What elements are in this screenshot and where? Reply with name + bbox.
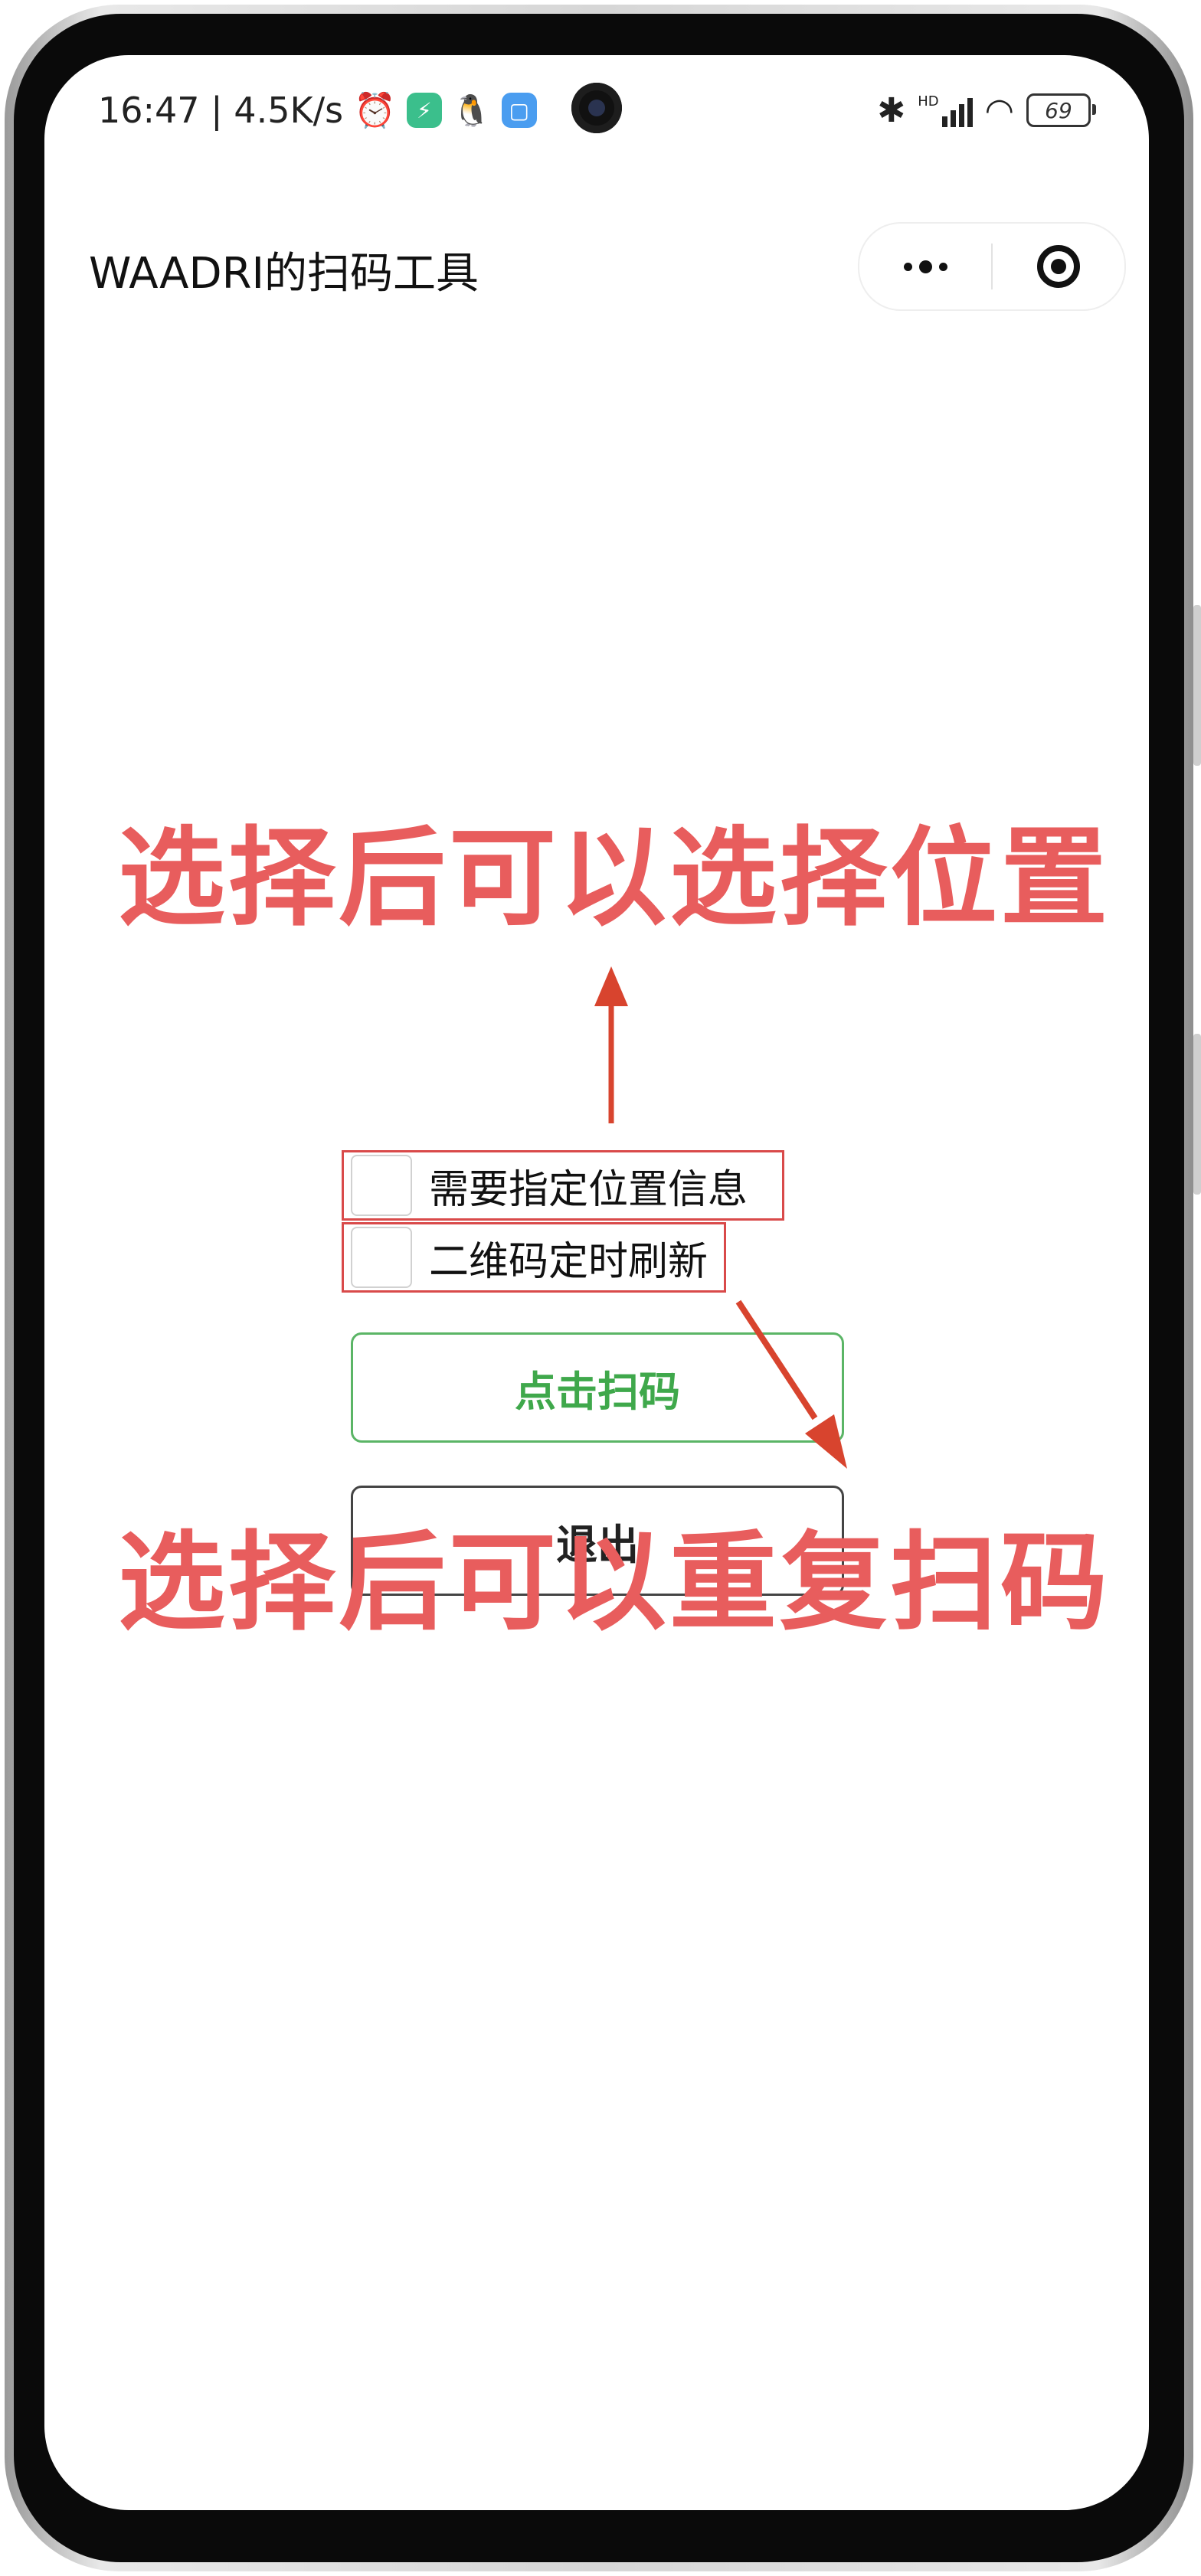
screen: 16:47 | 4.5K/s ⏰ ⚡ 🐧 ▢ ✱ HD ◠ 69 WAADRI的… [44, 55, 1149, 2510]
notes-app-icon: ▢ [501, 93, 537, 128]
phone-frame: 16:47 | 4.5K/s ⏰ ⚡ 🐧 ▢ ✱ HD ◠ 69 WAADRI的… [0, 0, 1201, 2576]
close-button[interactable] [993, 224, 1124, 309]
option-location[interactable]: 需要指定位置信息 [351, 1155, 748, 1216]
status-left: 16:47 | 4.5K/s ⏰ ⚡ 🐧 ▢ [98, 87, 537, 133]
option-refresh[interactable]: 二维码定时刷新 [351, 1227, 708, 1288]
location-label: 需要指定位置信息 [429, 1166, 748, 1213]
annotation-top: 选择后可以选择位置 [118, 816, 1111, 941]
refresh-label: 二维码定时刷新 [429, 1238, 708, 1285]
bluetooth-icon: ✱ [877, 90, 906, 130]
security-app-icon: ⚡ [406, 93, 442, 128]
more-button[interactable] [859, 224, 991, 309]
annotation-bottom: 选择后可以重复扫码 [118, 1521, 1111, 1646]
battery-icon: 69 [1026, 93, 1096, 127]
location-checkbox[interactable] [351, 1155, 412, 1216]
battery-level: 69 [1045, 97, 1072, 123]
more-dots-icon [903, 260, 947, 273]
hd-label: HD [918, 93, 939, 110]
alarm-clock-icon: ⏰ [354, 91, 396, 130]
signal-icon: HD [918, 93, 973, 127]
mini-program-capsule [858, 222, 1126, 311]
power-button [1193, 1034, 1201, 1195]
status-right: ✱ HD ◠ 69 [877, 87, 1096, 133]
volume-button [1193, 605, 1201, 766]
status-bar: 16:47 | 4.5K/s ⏰ ⚡ 🐧 ▢ ✱ HD ◠ 69 [44, 55, 1149, 155]
scan-button[interactable]: 点击扫码 [351, 1332, 844, 1443]
front-camera [571, 83, 622, 133]
penguin-app-icon: 🐧 [452, 93, 491, 129]
page-title: WAADRI的扫码工具 [89, 249, 479, 299]
nav-bar: WAADRI的扫码工具 [44, 216, 1149, 315]
target-circle-icon [1037, 245, 1080, 288]
arrow-up [594, 966, 628, 1123]
status-time: 16:47 | 4.5K/s [98, 90, 344, 131]
scan-button-label: 点击扫码 [515, 1367, 680, 1416]
refresh-checkbox[interactable] [351, 1227, 412, 1288]
wifi-icon: ◠ [984, 90, 1014, 130]
